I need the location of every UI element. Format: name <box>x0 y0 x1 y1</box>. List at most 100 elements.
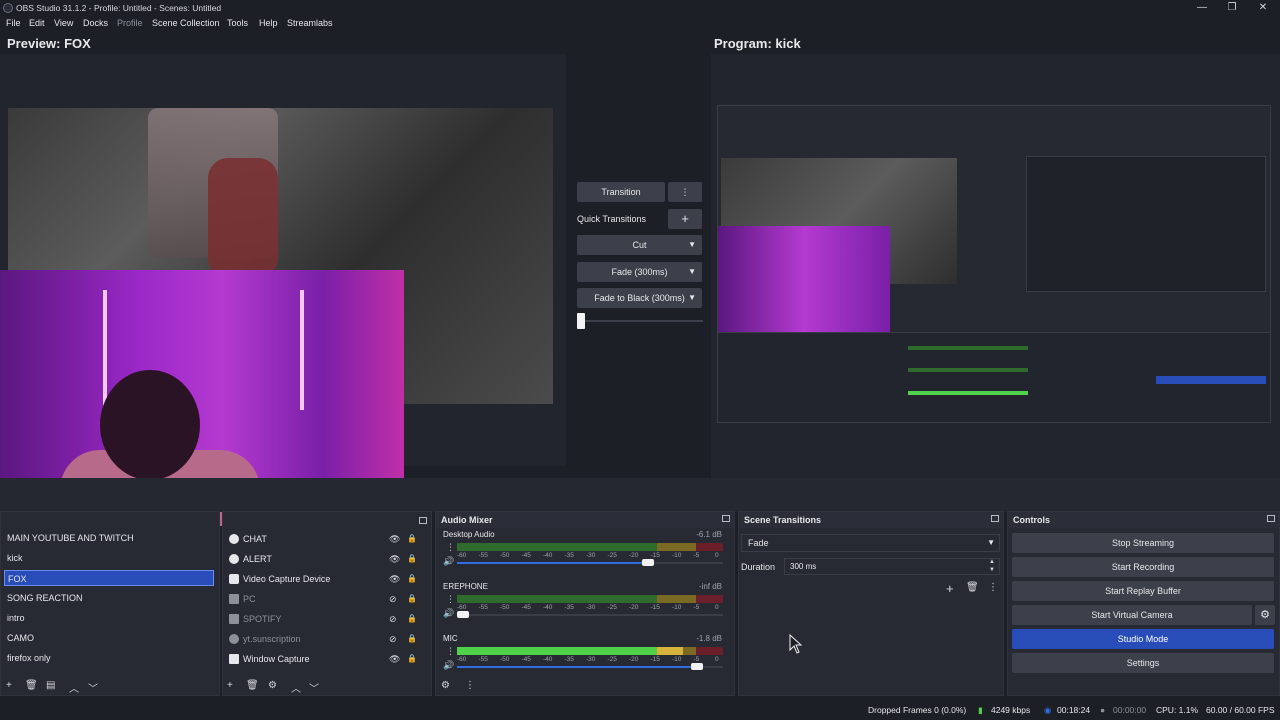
quick-transition-fade[interactable]: Fade (300ms) ▼ <box>577 262 702 282</box>
eye-icon[interactable]: 👁 <box>389 650 400 668</box>
menu-tools[interactable]: Tools <box>227 18 248 28</box>
scale-tick: -40 <box>543 656 553 663</box>
menu-file[interactable]: File <box>6 18 21 28</box>
undock-icon[interactable] <box>419 517 427 524</box>
source-item[interactable]: Window Capture 👁 🔒 <box>226 650 422 668</box>
start-recording-button[interactable]: Start Recording <box>1012 557 1274 577</box>
scale-tick: -5 <box>693 604 700 611</box>
gear-icon[interactable]: ⚙ <box>268 680 277 691</box>
speaker-icon[interactable]: 🔊 <box>443 608 454 619</box>
stop-streaming-button[interactable]: Stop Streaming <box>1012 533 1274 553</box>
trash-icon[interactable]: 🗑 <box>966 582 979 593</box>
scene-item[interactable]: CAMO <box>4 630 214 646</box>
transition-slider-handle[interactable] <box>577 313 585 329</box>
scene-item[interactable]: MAIN YOUTUBE AND TWITCH <box>4 530 214 546</box>
transition-button[interactable]: Transition <box>577 182 665 202</box>
quick-transition-cut[interactable]: Cut ▼ <box>577 235 702 255</box>
mouse-cursor-icon <box>789 634 803 654</box>
undock-icon[interactable] <box>722 515 730 522</box>
studio-mode-button[interactable]: Studio Mode <box>1012 629 1274 649</box>
start-virtual-camera-button[interactable]: Start Virtual Camera <box>1012 605 1252 625</box>
lock-icon[interactable]: 🔒 <box>407 630 417 648</box>
source-label: SPOTIFY <box>243 614 282 624</box>
settings-button[interactable]: Settings <box>1012 653 1274 673</box>
start-replay-buffer-button[interactable]: Start Replay Buffer <box>1012 581 1274 601</box>
source-item[interactable]: Video Capture Device 👁 🔒 <box>226 570 422 588</box>
undock-icon[interactable] <box>1267 515 1275 522</box>
mixer-track: Desktop Audio -6.1 dB ⋮ 🔊 -60 -55 -50 -45 -40 -35… <box>441 530 726 576</box>
transition-more-icon[interactable]: ⋮ <box>668 182 702 202</box>
source-item[interactable]: ALERT 👁 🔒 <box>226 550 422 568</box>
lock-icon[interactable]: 🔒 <box>407 650 417 668</box>
lock-icon[interactable]: 🔒 <box>407 530 417 548</box>
add-quick-transition-button[interactable]: + <box>668 209 702 229</box>
eye-icon[interactable]: 👁 <box>389 550 400 568</box>
transition-slider-track[interactable] <box>579 320 703 322</box>
eye-icon[interactable]: 👁 <box>389 530 400 548</box>
mixer-track-db: -inf dB <box>698 582 722 591</box>
arrow-down-icon[interactable]: ﹀ <box>309 680 319 695</box>
track-menu-icon[interactable]: ⋮ <box>446 594 455 605</box>
track-menu-icon[interactable]: ⋮ <box>446 542 455 553</box>
minimize-button[interactable]: — <box>1188 1 1216 15</box>
maximize-button[interactable]: ❐ <box>1218 1 1246 15</box>
arrow-down-icon[interactable]: ﹀ <box>88 680 98 695</box>
speaker-icon[interactable]: 🔊 <box>443 660 454 671</box>
menu-docks[interactable]: Docks <box>83 18 108 28</box>
scale-tick: -20 <box>629 604 639 611</box>
lock-icon[interactable]: 🔒 <box>407 570 417 588</box>
virtual-camera-gear-icon[interactable]: ⚙ <box>1255 605 1275 625</box>
add-scene-icon[interactable]: + <box>6 680 12 691</box>
duration-input[interactable]: 300 ms ▲ ▼ <box>784 558 1000 575</box>
volume-slider-handle[interactable] <box>457 611 469 618</box>
scene-item[interactable]: kick <box>4 550 214 566</box>
lock-icon[interactable]: 🔒 <box>407 590 417 608</box>
lock-icon[interactable]: 🔒 <box>407 550 417 568</box>
eye-closed-icon[interactable]: ⊘ <box>389 610 397 628</box>
quick-transition-fade-to-black[interactable]: Fade to Black (300ms) ▼ <box>577 288 702 308</box>
close-button[interactable]: ✕ <box>1249 1 1277 15</box>
menu-bar: File Edit View Docks Profile Scene Colle… <box>0 16 1280 32</box>
volume-slider-handle[interactable] <box>690 663 703 670</box>
menu-edit[interactable]: Edit <box>29 18 45 28</box>
source-item[interactable]: PC ⊘ 🔒 <box>226 590 422 608</box>
trash-icon[interactable]: 🗑 <box>25 680 38 691</box>
menu-help[interactable]: Help <box>259 18 278 28</box>
eye-closed-icon[interactable]: ⊘ <box>389 630 397 648</box>
mixer-track-name: Desktop Audio <box>443 530 495 539</box>
eye-icon[interactable]: 👁 <box>389 570 400 588</box>
scale-tick: -40 <box>543 552 553 559</box>
scene-item-selected[interactable]: FOX <box>4 570 214 586</box>
arrow-up-icon[interactable]: ︿ <box>69 680 79 695</box>
scene-item[interactable]: SONG REACTION <box>4 590 214 606</box>
undock-icon[interactable] <box>991 515 999 522</box>
menu-streamlabs[interactable]: Streamlabs <box>287 18 333 28</box>
trash-icon[interactable]: 🗑 <box>246 680 259 691</box>
mixer-more-icon[interactable]: ⋮ <box>465 680 475 691</box>
volume-slider-track[interactable] <box>457 614 723 616</box>
menu-view[interactable]: View <box>54 18 73 28</box>
spinner-icon[interactable]: ▲ ▼ <box>989 558 995 574</box>
volume-slider-handle[interactable] <box>642 559 655 566</box>
add-source-icon[interactable]: + <box>227 680 233 691</box>
source-item[interactable]: CHAT 👁 🔒 <box>226 530 422 548</box>
scene-item[interactable]: firefox only <box>4 650 214 666</box>
scale-tick: -55 <box>478 656 488 663</box>
mixer-settings-icon[interactable]: ⚙ <box>441 680 450 691</box>
eye-closed-icon[interactable]: ⊘ <box>389 590 397 608</box>
transition-select[interactable]: Fade ▼ <box>741 534 1000 552</box>
source-item[interactable]: SPOTIFY ⊘ 🔒 <box>226 610 422 628</box>
arrow-up-icon[interactable]: ︿ <box>291 680 301 695</box>
scene-item[interactable]: intro <box>4 610 214 626</box>
add-transition-icon[interactable]: + <box>946 581 954 596</box>
filter-icon[interactable]: ▤ <box>46 680 55 691</box>
source-item[interactable]: yt.sunscription ⊘ 🔒 <box>226 630 422 648</box>
window-icon <box>229 614 239 624</box>
menu-profile[interactable]: Profile <box>117 18 143 28</box>
lock-icon[interactable]: 🔒 <box>407 610 417 628</box>
more-icon[interactable]: ⋮ <box>988 582 998 593</box>
menu-scene-collection[interactable]: Scene Collection <box>152 18 220 28</box>
speaker-icon[interactable]: 🔊 <box>443 556 454 567</box>
track-menu-icon[interactable]: ⋮ <box>446 646 455 657</box>
scale-tick: -30 <box>586 656 596 663</box>
